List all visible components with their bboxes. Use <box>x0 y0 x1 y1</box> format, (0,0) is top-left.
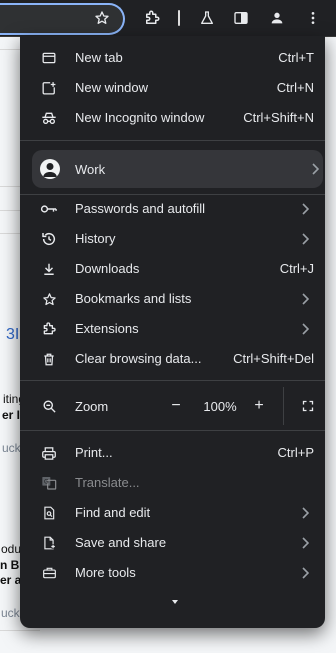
zoom-in-button[interactable]: + <box>247 394 271 418</box>
menu-item-shortcut: Ctrl+Shift+N <box>243 110 314 125</box>
page-text: uck <box>2 441 21 455</box>
menu-item-downloads[interactable]: Downloads Ctrl+J <box>20 254 325 284</box>
chevron-right-icon <box>299 564 311 582</box>
zoom-label: Zoom <box>75 399 109 414</box>
page-text: odu <box>1 542 22 556</box>
menu-item-passwords-autofill[interactable]: Passwords and autofill <box>20 194 325 224</box>
chevron-right-icon <box>299 200 311 218</box>
page-text: 3I <box>6 326 20 343</box>
svg-text:G: G <box>44 480 49 486</box>
menu-item-label: New window <box>75 80 148 95</box>
menu-item-label: Print... <box>75 445 113 460</box>
menu-item-translate: G Translate... <box>20 468 325 498</box>
menu-separator <box>20 430 325 431</box>
menu-item-label: New Incognito window <box>75 110 205 125</box>
chevron-right-icon <box>299 290 311 308</box>
page-text: uck <box>1 606 20 620</box>
zoom-out-button[interactable]: − <box>164 394 188 418</box>
chevron-right-icon <box>299 504 311 522</box>
toolbar-separator <box>178 10 180 26</box>
menu-item-shortcut: Ctrl+P <box>277 445 314 460</box>
zoom-magnifier-icon <box>40 397 58 415</box>
profile-avatar-icon[interactable] <box>265 6 289 30</box>
menu-item-shortcut: Ctrl+J <box>279 261 314 276</box>
new-tab-icon <box>40 49 58 67</box>
page-text: er a <box>0 573 22 587</box>
menu-item-shortcut: Ctrl+N <box>276 80 314 95</box>
key-icon <box>40 200 58 218</box>
trash-icon <box>40 350 58 368</box>
page-text: er I <box>2 408 21 422</box>
profile-avatar-icon <box>40 159 60 179</box>
menu-item-save-share[interactable]: Save and share <box>20 528 325 558</box>
find-in-page-icon <box>40 504 58 522</box>
menu-item-shortcut: Ctrl+T <box>278 50 314 65</box>
browser-toolbar <box>0 0 336 37</box>
menu-item-label: Translate... <box>75 475 140 490</box>
menu-item-print[interactable]: Print... Ctrl+P <box>20 438 325 468</box>
download-icon <box>40 260 58 278</box>
chevron-right-icon <box>299 534 311 552</box>
save-share-icon <box>40 534 58 552</box>
menu-item-label: Clear browsing data... <box>75 351 202 366</box>
incognito-icon <box>40 109 58 127</box>
browser-main-menu: New tab Ctrl+T New window Ctrl+N New Inc… <box>20 36 325 628</box>
menu-item-find-edit[interactable]: Find and edit <box>20 498 325 528</box>
labs-flask-icon[interactable] <box>195 6 219 30</box>
menu-item-label: Bookmarks and lists <box>75 291 192 306</box>
menu-item-bookmarks-lists[interactable]: Bookmarks and lists <box>20 284 325 314</box>
side-panel-icon[interactable] <box>229 6 253 30</box>
menu-item-label: Find and edit <box>75 505 151 520</box>
toolbox-icon <box>40 564 58 582</box>
more-menu-icon[interactable] <box>301 6 325 30</box>
fullscreen-button[interactable] <box>296 394 320 418</box>
star-icon <box>40 290 58 308</box>
menu-separator <box>20 140 325 141</box>
menu-item-more-tools[interactable]: More tools <box>20 558 325 588</box>
zoom-control: Zoom − 100% + <box>20 387 325 425</box>
translate-icon: G <box>40 474 58 492</box>
menu-item-extensions[interactable]: Extensions <box>20 314 325 344</box>
menu-item-new-tab[interactable]: New tab Ctrl+T <box>20 43 325 73</box>
printer-icon <box>40 444 58 462</box>
profile-label: Work <box>75 162 106 177</box>
menu-item-label: Extensions <box>75 321 139 336</box>
scroll-down-arrow-icon[interactable] <box>170 599 180 605</box>
extensions-puzzle-icon[interactable] <box>140 6 164 30</box>
chevron-right-icon <box>309 160 321 178</box>
history-icon <box>40 230 58 248</box>
menu-separator <box>20 380 325 381</box>
bookmark-star-icon[interactable] <box>90 6 114 30</box>
menu-item-profile-work[interactable]: Work <box>32 150 323 188</box>
menu-item-label: New tab <box>75 50 123 65</box>
menu-item-history[interactable]: History <box>20 224 325 254</box>
menu-item-label: Save and share <box>75 535 167 550</box>
menu-item-label: Downloads <box>75 261 140 276</box>
chevron-right-icon <box>299 320 311 338</box>
page-divider <box>0 630 40 631</box>
menu-item-label: More tools <box>75 565 136 580</box>
new-window-icon <box>40 79 58 97</box>
fullscreen-icon <box>302 400 314 412</box>
extensions-puzzle-icon <box>40 320 58 338</box>
menu-item-label: History <box>75 231 116 246</box>
chevron-right-icon <box>299 230 311 248</box>
menu-item-new-incognito-window[interactable]: New Incognito window Ctrl+Shift+N <box>20 103 325 133</box>
menu-item-new-window[interactable]: New window Ctrl+N <box>20 73 325 103</box>
zoom-level-value: 100% <box>203 399 237 414</box>
menu-item-clear-browsing-data[interactable]: Clear browsing data... Ctrl+Shift+Del <box>20 344 325 374</box>
menu-item-shortcut: Ctrl+Shift+Del <box>233 351 314 366</box>
menu-item-label: Passwords and autofill <box>75 201 206 216</box>
zoom-divider <box>283 387 284 425</box>
